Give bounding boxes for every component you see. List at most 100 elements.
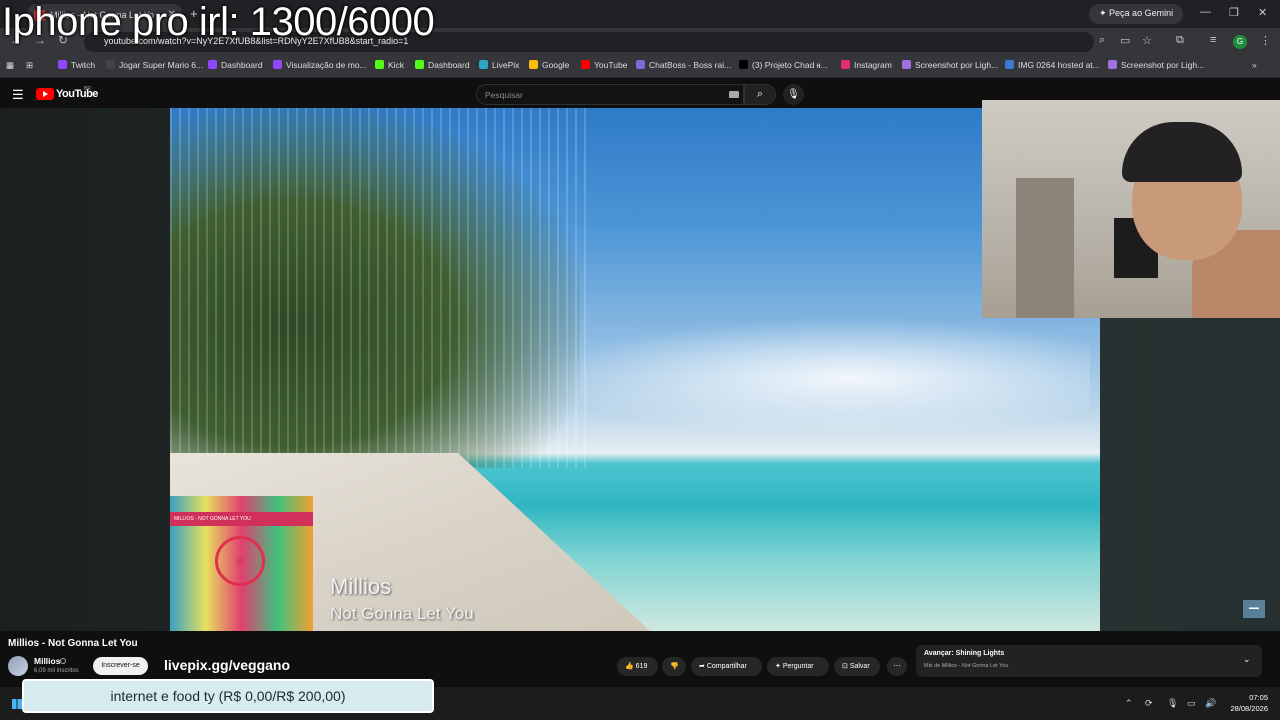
voice-search-button[interactable]: 🎙 xyxy=(783,84,804,105)
video-title: Millios - Not Gonna Let You xyxy=(8,638,138,649)
bookmark-label: Twitch xyxy=(71,60,96,70)
video-overlay-title: Not Gonna Let You xyxy=(330,604,474,623)
bookmark-favicon-icon xyxy=(479,60,488,69)
bookmark-item[interactable]: LivePix xyxy=(479,60,519,70)
maximize-icon[interactable]: ❐ xyxy=(1229,6,1239,19)
bookmark-favicon-icon xyxy=(1005,60,1014,69)
bookmark-item[interactable]: Google xyxy=(529,60,569,70)
bookmark-item[interactable]: Instagram xyxy=(841,60,892,70)
bookmark-item[interactable]: Screenshot por Ligh... xyxy=(1108,60,1204,70)
volume-icon[interactable]: 🔊 xyxy=(1205,698,1216,709)
bookmark-item[interactable]: Visualização de mo... xyxy=(273,60,367,70)
bookmark-favicon-icon xyxy=(273,60,282,69)
webcam-door xyxy=(1016,178,1074,318)
bookmark-label: Screenshot por Ligh... xyxy=(1121,60,1205,70)
ask-button[interactable]: ✦ Perguntar xyxy=(767,657,829,676)
bookmark-label: ChatBoss - Boss rai... xyxy=(649,60,732,70)
bookmark-icon: ⊡ xyxy=(842,663,850,670)
bookmark-item[interactable]: Dashboard xyxy=(415,60,470,70)
bookmark-label: Instagram xyxy=(854,60,892,70)
bookmark-item[interactable]: (3) Projeto Chad ᵻᵻ... xyxy=(739,60,828,70)
clock-date: 28/08/2026 xyxy=(1230,704,1268,713)
microphone-icon: 🎙 xyxy=(787,89,800,100)
tray-overflow-icon[interactable]: ⌃ xyxy=(1125,698,1133,709)
extensions-icon[interactable]: ⧉ xyxy=(1176,34,1184,47)
save-button[interactable]: ⊡ Salvar xyxy=(834,657,880,676)
microphone-tray-icon[interactable]: 🎙 xyxy=(1167,698,1178,709)
country-code: BR xyxy=(84,86,91,92)
cast-icon[interactable]: ▭ xyxy=(1120,34,1130,47)
sparkle-icon: ✦ xyxy=(775,663,783,670)
bookmark-label: (3) Projeto Chad ᵻᵻ... xyxy=(752,60,828,70)
channel-watermark-icon[interactable]: ▬▬ xyxy=(1243,600,1265,618)
thumbs-down-icon: 👎 xyxy=(670,663,679,670)
share-icon: ➦ xyxy=(699,663,707,670)
more-bookmarks-icon[interactable]: » xyxy=(1252,60,1257,70)
bookmark-label: Dashboard xyxy=(428,60,470,70)
bookmark-item[interactable]: Twitch xyxy=(58,60,95,70)
more-actions-button[interactable]: ⋯ xyxy=(887,657,907,676)
bookmark-item[interactable]: Dashboard xyxy=(208,60,263,70)
livepix-promo-text: livepix.gg/veggano xyxy=(164,657,291,673)
reading-list-icon[interactable]: ≡ xyxy=(1210,34,1216,46)
channel-avatar[interactable] xyxy=(8,656,28,676)
bookmark-item[interactable]: IMG 0264 hosted at... xyxy=(1005,60,1100,70)
bookmark-item[interactable]: Kick xyxy=(375,60,404,70)
search-button[interactable]: ⌕ xyxy=(744,84,776,105)
ask-label: Perguntar xyxy=(782,663,814,670)
more-horizontal-icon: ⋯ xyxy=(893,663,901,670)
bookmark-label: Google xyxy=(542,60,570,70)
bookmark-item[interactable]: ChatBoss - Boss rai... xyxy=(636,60,731,70)
share-button[interactable]: ➦ Compartilhar xyxy=(691,657,762,676)
bookmark-star-icon[interactable]: ☆ xyxy=(1142,34,1152,47)
share-label: Compartilhar xyxy=(706,663,747,670)
verified-icon xyxy=(60,658,66,664)
keyboard-icon[interactable] xyxy=(729,91,739,98)
up-next-label: Avançar: Shining Lights xyxy=(924,650,1005,657)
subscribe-button[interactable]: Inscrever-se xyxy=(93,657,148,675)
bookmark-favicon-icon xyxy=(375,60,384,69)
network-icon[interactable]: ▭ xyxy=(1187,698,1196,709)
search-input[interactable]: Pesquisar xyxy=(476,84,744,105)
profile-avatar[interactable]: G xyxy=(1233,35,1247,49)
bookmark-favicon-icon xyxy=(581,60,590,69)
bookmark-favicon-icon xyxy=(1108,60,1117,69)
bookmark-favicon-icon xyxy=(58,60,67,69)
gemini-button[interactable]: ✦ Peça ao Gemini xyxy=(1089,4,1184,24)
save-label: Salvar xyxy=(849,663,870,670)
minimize-icon[interactable]: — xyxy=(1200,6,1211,18)
sync-icon[interactable]: ⟳ xyxy=(1145,698,1153,709)
webcam-person-cap xyxy=(1122,122,1242,182)
bookmark-favicon-icon xyxy=(902,60,911,69)
bookmark-item[interactable]: Screenshot por Ligh... xyxy=(902,60,998,70)
gemini-label: Peça ao Gemini xyxy=(1109,8,1174,18)
taskbar-clock[interactable]: 07:05 28/08/2026 xyxy=(1226,692,1268,714)
bookmark-label: Screenshot por Ligh... xyxy=(915,60,999,70)
clock-time: 07:05 xyxy=(1249,693,1268,702)
youtube-logo-icon[interactable] xyxy=(36,88,54,100)
thumbnail-logo-circle: ◎ xyxy=(215,536,265,586)
bookmark-label: Jogar Super Mario 6... xyxy=(119,60,204,70)
windows-start-icon[interactable] xyxy=(12,699,22,709)
close-window-icon[interactable]: ✕ xyxy=(1258,6,1267,19)
bookmark-favicon-icon xyxy=(739,60,748,69)
apps-icon[interactable]: ▦ xyxy=(6,60,14,71)
channel-name[interactable]: Millios xyxy=(34,656,60,666)
zoom-icon[interactable]: ⌕ xyxy=(1099,34,1105,47)
bookmark-label: IMG 0264 hosted at... xyxy=(1018,60,1100,70)
hamburger-menu-icon[interactable]: ☰ xyxy=(12,87,24,103)
dislike-button[interactable]: 👎 xyxy=(662,657,686,676)
bookmark-favicon-icon xyxy=(636,60,645,69)
bookmark-item[interactable]: YouTube xyxy=(581,60,627,70)
chevron-down-icon[interactable]: ⌄ xyxy=(1243,654,1251,665)
grid-icon[interactable]: ⊞ xyxy=(26,60,33,71)
video-overlay-artist: Millios xyxy=(330,574,392,599)
like-button[interactable]: 👍 619 xyxy=(617,657,658,676)
youtube-wordmark[interactable]: YouTube xyxy=(56,88,98,100)
bookmarks-bar: ▦ ⊞ Twitch Jogar Super Mario 6... Dashbo… xyxy=(0,56,1280,78)
bookmark-label: LivePix xyxy=(492,60,520,70)
bookmark-favicon-icon xyxy=(106,60,115,69)
bookmark-item[interactable]: Jogar Super Mario 6... xyxy=(106,60,203,70)
video-player[interactable]: MILLIOS - NOT GONNA LET YOU ◎ Millios No… xyxy=(170,108,1100,631)
menu-kebab-icon[interactable]: ⋮ xyxy=(1260,34,1271,47)
